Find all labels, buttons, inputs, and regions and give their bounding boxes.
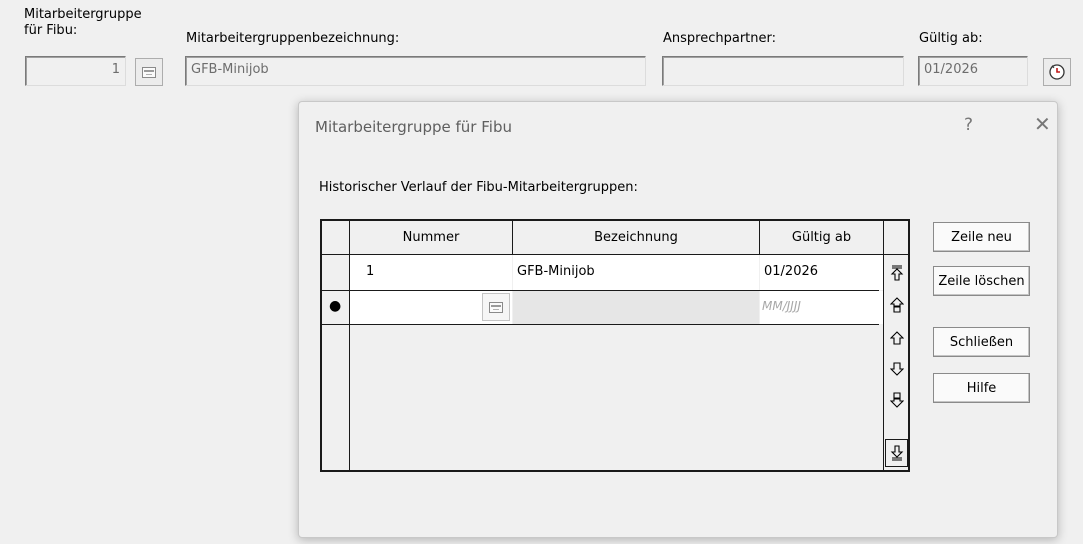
- last-icon[interactable]: [885, 439, 908, 467]
- history-dialog: Mitarbeitergruppe für Fibu ? ✕ Historisc…: [298, 101, 1058, 538]
- calendar-icon: [142, 66, 156, 78]
- down-icon[interactable]: [885, 355, 908, 383]
- help-button[interactable]: Hilfe: [933, 373, 1030, 403]
- valid-from-field[interactable]: 01/2026: [918, 56, 1028, 86]
- group-number-field[interactable]: 1: [25, 56, 126, 86]
- history-section-label: Historischer Verlauf der Fibu-Mitarbeite…: [319, 180, 638, 195]
- row2-gueltig-ab[interactable]: MM/JJJJ: [760, 291, 883, 324]
- row1-bezeichnung[interactable]: GFB-Minijob: [513, 255, 759, 290]
- row2-bezeichnung: [513, 291, 759, 324]
- current-row-indicator[interactable]: ●: [322, 291, 349, 324]
- calendar-icon: [489, 301, 503, 313]
- group-name-field[interactable]: GFB-Minijob: [185, 56, 646, 86]
- close-icon[interactable]: ✕: [1034, 114, 1051, 134]
- dialog-title: Mitarbeitergruppe für Fibu: [315, 118, 512, 136]
- row1-gueltig-ab[interactable]: 01/2026: [760, 255, 883, 290]
- page-up-icon[interactable]: [885, 291, 908, 319]
- group-label-line2: für Fibu:: [24, 23, 78, 38]
- history-clock-icon: [1049, 64, 1065, 80]
- column-header-bezeichnung[interactable]: Bezeichnung: [513, 230, 759, 245]
- name-label: Mitarbeitergruppenbezeichnung:: [186, 31, 400, 46]
- up-icon[interactable]: [885, 324, 908, 352]
- column-header-nummer[interactable]: Nummer: [350, 230, 512, 245]
- contact-label: Ansprechpartner:: [663, 31, 776, 46]
- column-header-gueltig-ab[interactable]: Gültig ab: [760, 230, 883, 245]
- new-row-button[interactable]: Zeile neu: [933, 222, 1030, 252]
- row2-lookup-button[interactable]: [482, 293, 510, 321]
- first-icon[interactable]: [885, 259, 908, 287]
- help-icon[interactable]: ?: [964, 115, 973, 135]
- row1-nummer[interactable]: 1: [350, 255, 512, 290]
- contact-field[interactable]: [662, 56, 904, 86]
- history-grid[interactable]: Nummer Bezeichnung Gültig ab 1 GFB-Minij…: [320, 219, 910, 472]
- page-down-icon[interactable]: [885, 386, 908, 414]
- group-lookup-button[interactable]: [135, 58, 163, 86]
- group-label-line1: Mitarbeitergruppe: [24, 7, 142, 22]
- close-button[interactable]: Schließen: [933, 327, 1030, 357]
- group-label: Mitarbeitergruppe für Fibu:: [24, 7, 142, 39]
- history-button[interactable]: [1043, 58, 1071, 86]
- valid-from-label: Gültig ab:: [919, 31, 983, 46]
- delete-row-button[interactable]: Zeile löschen: [933, 266, 1030, 296]
- row-indicator[interactable]: [322, 255, 349, 290]
